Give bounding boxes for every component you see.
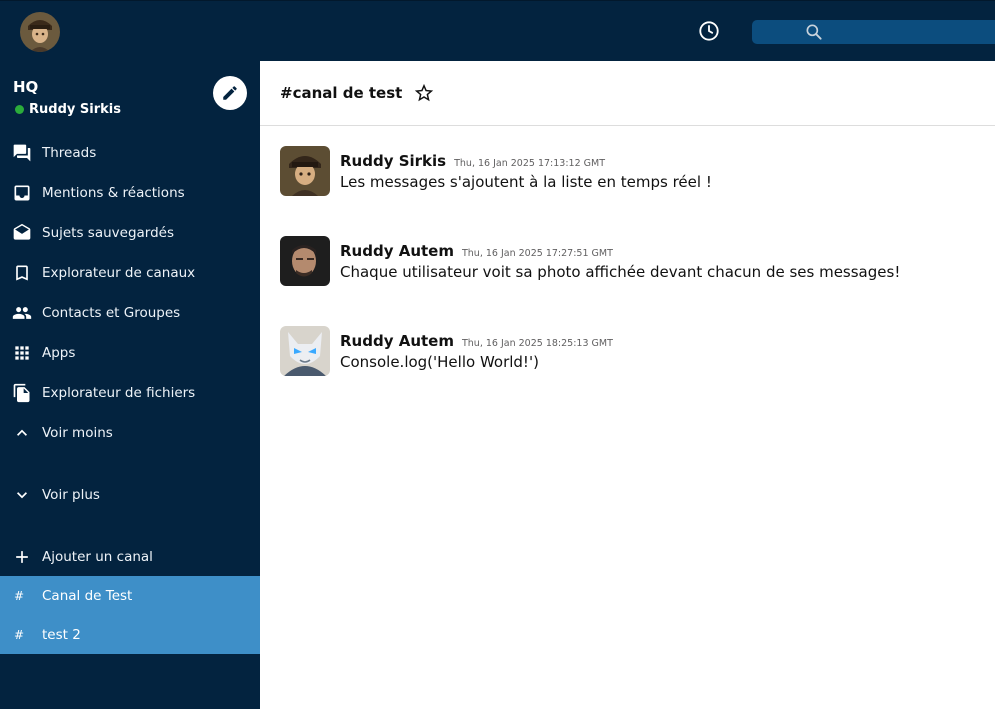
inbox-icon (12, 183, 32, 203)
online-status-icon (15, 105, 24, 114)
message-item: Ruddy Autem Thu, 16 Jan 2025 17:27:51 GM… (280, 236, 980, 288)
sidebar-item-label: Ajouter un canal (42, 549, 153, 565)
threads-icon (12, 143, 32, 163)
message-avatar[interactable] (280, 146, 330, 196)
workspace-name[interactable]: HQ (13, 78, 38, 96)
user-avatar[interactable] (20, 12, 60, 52)
sidebar-item-label: Explorateur de fichiers (42, 385, 196, 401)
sidebar-item-label: Explorateur de canaux (42, 265, 196, 281)
sidebar-item-files[interactable]: Explorateur de fichiers (0, 376, 260, 410)
current-user[interactable]: Ruddy Sirkis (15, 102, 121, 117)
channel-title: #canal de test (280, 84, 403, 102)
avatar-image-icon (280, 146, 330, 196)
sidebar-item-saved[interactable]: Sujets sauvegardés (0, 216, 260, 250)
bookmark-icon (12, 263, 32, 283)
message-timestamp: Thu, 16 Jan 2025 18:25:13 GMT (461, 338, 613, 349)
user-name: Ruddy Sirkis (29, 102, 121, 117)
sidebar-item-apps[interactable]: Apps (0, 336, 260, 370)
files-icon (12, 383, 32, 403)
search-icon (804, 22, 824, 42)
plus-icon (12, 547, 32, 567)
clock-icon[interactable] (698, 20, 720, 42)
see-more-toggle[interactable]: Voir plus (0, 478, 260, 512)
chevron-down-icon (12, 485, 32, 505)
compose-button[interactable] (213, 76, 247, 110)
add-channel-button[interactable]: Ajouter un canal (0, 540, 260, 574)
message-avatar[interactable] (280, 326, 330, 376)
hash-icon: # (14, 627, 25, 642)
avatar-image-icon (20, 12, 60, 52)
channel-view: #canal de test Ruddy Sirkis Thu, 16 Jan … (260, 61, 995, 709)
sidebar-item-label: Sujets sauvegardés (42, 225, 175, 241)
search-input[interactable] (752, 20, 995, 44)
sidebar-item-channel-browser[interactable]: Explorateur de canaux (0, 256, 260, 290)
message-timestamp: Thu, 16 Jan 2025 17:27:51 GMT (461, 248, 613, 259)
sidebar-item-label: Apps (42, 345, 76, 361)
channel-name: test 2 (42, 626, 81, 643)
channel-item-canal-de-test[interactable]: # Canal de Test (0, 576, 260, 615)
message-item: Ruddy Sirkis Thu, 16 Jan 2025 17:13:12 G… (280, 146, 980, 198)
see-less-toggle[interactable]: Voir moins (0, 416, 260, 450)
sidebar-item-label: Threads (42, 145, 97, 161)
avatar-image-icon (280, 236, 330, 286)
sidebar-item-label: Voir plus (42, 487, 100, 503)
drafts-icon (12, 223, 32, 243)
hash-icon: # (14, 588, 25, 603)
people-icon (12, 303, 32, 323)
message-author[interactable]: Ruddy Autem (340, 332, 454, 350)
chevron-up-icon (12, 423, 32, 443)
channel-item-test-2[interactable]: # test 2 (0, 615, 260, 654)
message-item: Ruddy Autem Thu, 16 Jan 2025 18:25:13 GM… (280, 326, 980, 378)
sidebar: HQ Ruddy Sirkis Threads Mentions & réact… (0, 61, 260, 709)
message-avatar[interactable] (280, 236, 330, 286)
star-outline-icon[interactable] (413, 82, 435, 104)
channel-name: Canal de Test (42, 587, 133, 604)
pencil-icon (223, 86, 237, 100)
top-bar (0, 0, 995, 61)
message-timestamp: Thu, 16 Jan 2025 17:13:12 GMT (454, 158, 605, 169)
message-text: Les messages s'ajoutent à la liste en te… (340, 173, 712, 191)
message-text: Chaque utilisateur voit sa photo affiché… (340, 263, 901, 281)
message-text: Console.log('Hello World!') (340, 353, 539, 371)
sidebar-item-label: Voir moins (42, 425, 113, 441)
message-author[interactable]: Ruddy Autem (340, 242, 454, 260)
avatar-image-icon (280, 326, 330, 376)
sidebar-item-label: Contacts et Groupes (42, 305, 181, 321)
channel-header: #canal de test (260, 61, 995, 126)
apps-grid-icon (12, 343, 32, 363)
sidebar-item-contacts[interactable]: Contacts et Groupes (0, 296, 260, 330)
sidebar-item-label: Mentions & réactions (42, 185, 185, 201)
sidebar-item-threads[interactable]: Threads (0, 136, 260, 170)
message-author[interactable]: Ruddy Sirkis (340, 152, 446, 170)
sidebar-item-mentions[interactable]: Mentions & réactions (0, 176, 260, 210)
